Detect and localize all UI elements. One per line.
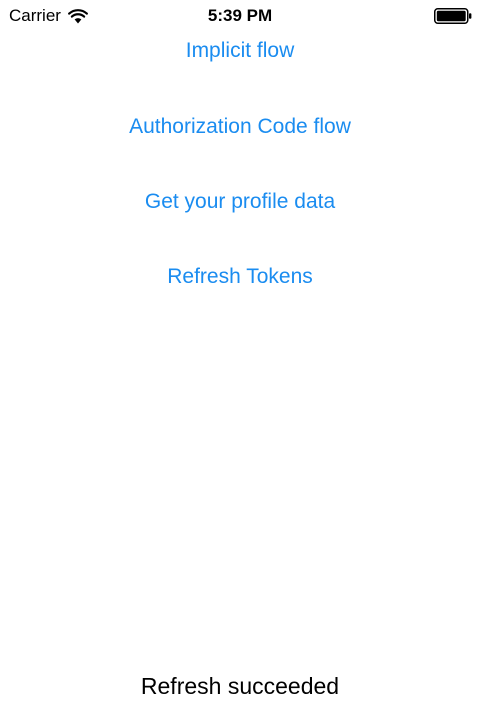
status-time: 5:39 PM bbox=[207, 6, 273, 25]
battery-full-icon bbox=[434, 8, 472, 24]
authorization-code-flow-button[interactable]: Authorization Code flow bbox=[0, 114, 480, 140]
implicit-flow-button[interactable]: Implicit flow bbox=[0, 38, 480, 64]
status-bar: Carrier 5:39 PM bbox=[0, 0, 480, 32]
refresh-tokens-button[interactable]: Refresh Tokens bbox=[0, 264, 480, 290]
status-message: Refresh succeeded bbox=[140, 673, 340, 699]
get-profile-data-button[interactable]: Get your profile data bbox=[0, 189, 480, 215]
